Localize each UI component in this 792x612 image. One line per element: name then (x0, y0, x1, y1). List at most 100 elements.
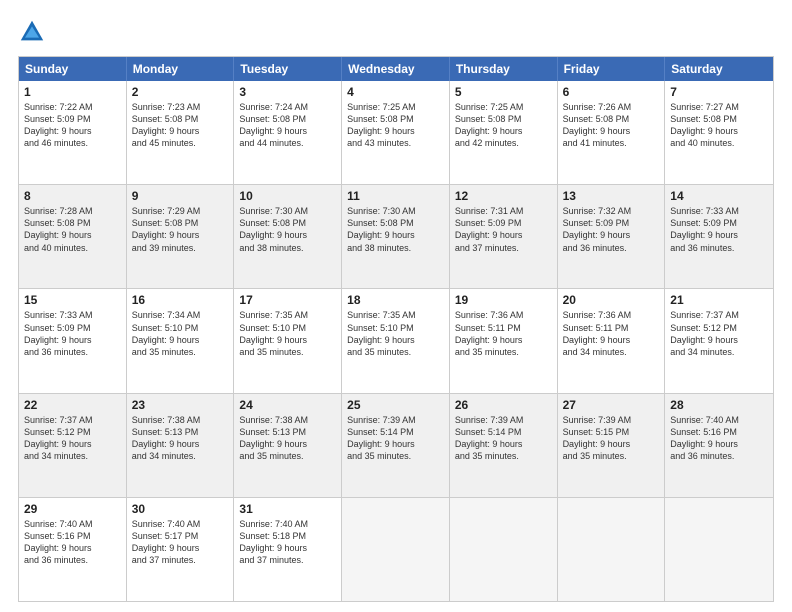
day-number: 9 (132, 189, 229, 203)
cell-info: Sunrise: 7:39 AM Sunset: 5:15 PM Dayligh… (563, 414, 660, 463)
calendar-cell: 16 Sunrise: 7:34 AM Sunset: 5:10 PM Dayli… (127, 289, 235, 392)
calendar: SundayMondayTuesdayWednesdayThursdayFrid… (18, 56, 774, 602)
calendar-cell: 5 Sunrise: 7:25 AM Sunset: 5:08 PM Daylig… (450, 81, 558, 184)
calendar-cell: 2 Sunrise: 7:23 AM Sunset: 5:08 PM Daylig… (127, 81, 235, 184)
calendar-cell: 23 Sunrise: 7:38 AM Sunset: 5:13 PM Dayli… (127, 394, 235, 497)
calendar-cell: 1Sunrise: 7:22 AM Sunset: 5:09 PM Daylig… (19, 81, 127, 184)
page: SundayMondayTuesdayWednesdayThursdayFrid… (0, 0, 792, 612)
cell-info: Sunrise: 7:32 AM Sunset: 5:09 PM Dayligh… (563, 205, 660, 254)
logo (18, 18, 50, 46)
calendar-cell: 26Sunrise: 7:39 AM Sunset: 5:14 PM Dayli… (450, 394, 558, 497)
weekday-header: Wednesday (342, 57, 450, 81)
day-number: 22 (24, 398, 121, 412)
calendar-cell: 20Sunrise: 7:36 AM Sunset: 5:11 PM Dayli… (558, 289, 666, 392)
weekday-header: Monday (127, 57, 235, 81)
cell-info: Sunrise: 7:24 AM Sunset: 5:08 PM Dayligh… (239, 101, 336, 150)
calendar-cell: 30 Sunrise: 7:40 AM Sunset: 5:17 PM Dayli… (127, 498, 235, 601)
calendar-cell: 4 Sunrise: 7:25 AM Sunset: 5:08 PM Daylig… (342, 81, 450, 184)
day-number: 7 (670, 85, 768, 99)
weekday-header: Saturday (665, 57, 773, 81)
calendar-cell: 18 Sunrise: 7:35 AM Sunset: 5:10 PM Dayli… (342, 289, 450, 392)
cell-info: Sunrise: 7:35 AM Sunset: 5:10 PM Dayligh… (239, 309, 336, 358)
calendar-cell: 3Sunrise: 7:24 AM Sunset: 5:08 PM Daylig… (234, 81, 342, 184)
calendar-cell: 11Sunrise: 7:30 AM Sunset: 5:08 PM Dayli… (342, 185, 450, 288)
cell-info: Sunrise: 7:36 AM Sunset: 5:11 PM Dayligh… (563, 309, 660, 358)
calendar-cell: 14 Sunrise: 7:33 AM Sunset: 5:09 PM Dayli… (665, 185, 773, 288)
day-number: 29 (24, 502, 121, 516)
cell-info: Sunrise: 7:37 AM Sunset: 5:12 PM Dayligh… (24, 414, 121, 463)
calendar-cell: 7 Sunrise: 7:27 AM Sunset: 5:08 PM Daylig… (665, 81, 773, 184)
calendar-cell: 8 Sunrise: 7:28 AM Sunset: 5:08 PM Daylig… (19, 185, 127, 288)
cell-info: Sunrise: 7:29 AM Sunset: 5:08 PM Dayligh… (132, 205, 229, 254)
calendar-cell: 17 Sunrise: 7:35 AM Sunset: 5:10 PM Dayli… (234, 289, 342, 392)
calendar-row: 1Sunrise: 7:22 AM Sunset: 5:09 PM Daylig… (19, 81, 773, 184)
day-number: 13 (563, 189, 660, 203)
calendar-cell (558, 498, 666, 601)
calendar-cell: 9 Sunrise: 7:29 AM Sunset: 5:08 PM Daylig… (127, 185, 235, 288)
cell-info: Sunrise: 7:25 AM Sunset: 5:08 PM Dayligh… (347, 101, 444, 150)
calendar-cell (450, 498, 558, 601)
cell-info: Sunrise: 7:27 AM Sunset: 5:08 PM Dayligh… (670, 101, 768, 150)
cell-info: Sunrise: 7:31 AM Sunset: 5:09 PM Dayligh… (455, 205, 552, 254)
cell-info: Sunrise: 7:38 AM Sunset: 5:13 PM Dayligh… (239, 414, 336, 463)
cell-info: Sunrise: 7:38 AM Sunset: 5:13 PM Dayligh… (132, 414, 229, 463)
day-number: 16 (132, 293, 229, 307)
cell-info: Sunrise: 7:35 AM Sunset: 5:10 PM Dayligh… (347, 309, 444, 358)
calendar-cell (342, 498, 450, 601)
day-number: 26 (455, 398, 552, 412)
calendar-row: 22 Sunrise: 7:37 AM Sunset: 5:12 PM Dayli… (19, 393, 773, 497)
day-number: 14 (670, 189, 768, 203)
day-number: 19 (455, 293, 552, 307)
calendar-cell: 15 Sunrise: 7:33 AM Sunset: 5:09 PM Dayli… (19, 289, 127, 392)
day-number: 2 (132, 85, 229, 99)
weekday-header: Friday (558, 57, 666, 81)
cell-info: Sunrise: 7:26 AM Sunset: 5:08 PM Dayligh… (563, 101, 660, 150)
cell-info: Sunrise: 7:33 AM Sunset: 5:09 PM Dayligh… (670, 205, 768, 254)
day-number: 1 (24, 85, 121, 99)
calendar-cell: 21 Sunrise: 7:37 AM Sunset: 5:12 PM Dayli… (665, 289, 773, 392)
day-number: 4 (347, 85, 444, 99)
calendar-cell: 22 Sunrise: 7:37 AM Sunset: 5:12 PM Dayli… (19, 394, 127, 497)
cell-info: Sunrise: 7:28 AM Sunset: 5:08 PM Dayligh… (24, 205, 121, 254)
day-number: 24 (239, 398, 336, 412)
weekday-header: Tuesday (234, 57, 342, 81)
calendar-cell (665, 498, 773, 601)
cell-info: Sunrise: 7:25 AM Sunset: 5:08 PM Dayligh… (455, 101, 552, 150)
day-number: 18 (347, 293, 444, 307)
day-number: 30 (132, 502, 229, 516)
weekday-header: Sunday (19, 57, 127, 81)
day-number: 12 (455, 189, 552, 203)
day-number: 6 (563, 85, 660, 99)
calendar-cell: 19 Sunrise: 7:36 AM Sunset: 5:11 PM Dayli… (450, 289, 558, 392)
cell-info: Sunrise: 7:40 AM Sunset: 5:17 PM Dayligh… (132, 518, 229, 567)
calendar-body: 1Sunrise: 7:22 AM Sunset: 5:09 PM Daylig… (19, 81, 773, 601)
cell-info: Sunrise: 7:37 AM Sunset: 5:12 PM Dayligh… (670, 309, 768, 358)
cell-info: Sunrise: 7:36 AM Sunset: 5:11 PM Dayligh… (455, 309, 552, 358)
calendar-cell: 12 Sunrise: 7:31 AM Sunset: 5:09 PM Dayli… (450, 185, 558, 288)
day-number: 15 (24, 293, 121, 307)
day-number: 28 (670, 398, 768, 412)
cell-info: Sunrise: 7:23 AM Sunset: 5:08 PM Dayligh… (132, 101, 229, 150)
calendar-header: SundayMondayTuesdayWednesdayThursdayFrid… (19, 57, 773, 81)
calendar-row: 15 Sunrise: 7:33 AM Sunset: 5:09 PM Dayli… (19, 288, 773, 392)
cell-info: Sunrise: 7:40 AM Sunset: 5:16 PM Dayligh… (24, 518, 121, 567)
day-number: 5 (455, 85, 552, 99)
cell-info: Sunrise: 7:34 AM Sunset: 5:10 PM Dayligh… (132, 309, 229, 358)
cell-info: Sunrise: 7:40 AM Sunset: 5:18 PM Dayligh… (239, 518, 336, 567)
cell-info: Sunrise: 7:39 AM Sunset: 5:14 PM Dayligh… (347, 414, 444, 463)
day-number: 10 (239, 189, 336, 203)
logo-icon (18, 18, 46, 46)
calendar-cell: 29 Sunrise: 7:40 AM Sunset: 5:16 PM Dayli… (19, 498, 127, 601)
day-number: 23 (132, 398, 229, 412)
day-number: 25 (347, 398, 444, 412)
day-number: 8 (24, 189, 121, 203)
day-number: 27 (563, 398, 660, 412)
calendar-cell: 24 Sunrise: 7:38 AM Sunset: 5:13 PM Dayli… (234, 394, 342, 497)
calendar-cell: 28Sunrise: 7:40 AM Sunset: 5:16 PM Dayli… (665, 394, 773, 497)
cell-info: Sunrise: 7:33 AM Sunset: 5:09 PM Dayligh… (24, 309, 121, 358)
day-number: 21 (670, 293, 768, 307)
calendar-row: 8 Sunrise: 7:28 AM Sunset: 5:08 PM Daylig… (19, 184, 773, 288)
calendar-row: 29 Sunrise: 7:40 AM Sunset: 5:16 PM Dayli… (19, 497, 773, 601)
calendar-cell: 31Sunrise: 7:40 AM Sunset: 5:18 PM Dayli… (234, 498, 342, 601)
day-number: 17 (239, 293, 336, 307)
